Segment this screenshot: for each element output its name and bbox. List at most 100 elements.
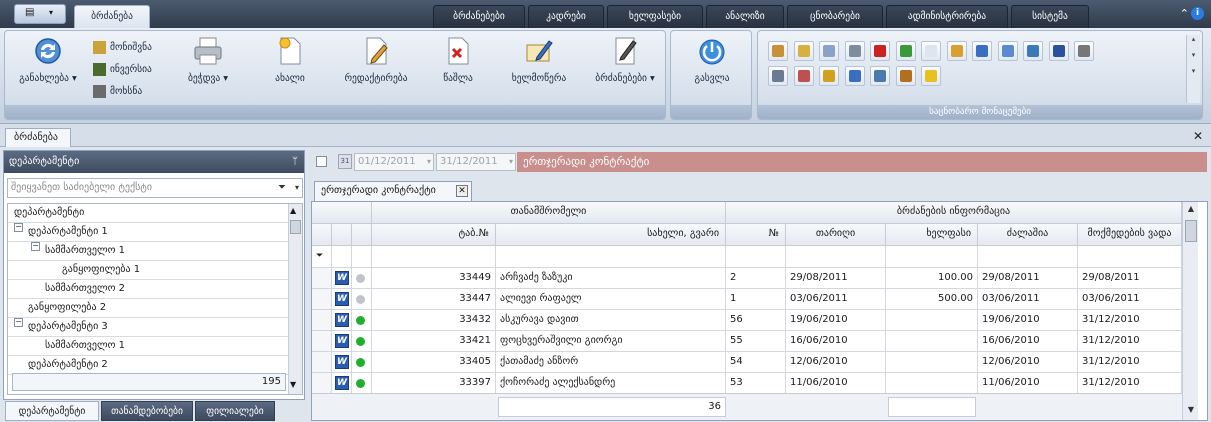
select-all-button[interactable]: მონიშვნა — [93, 39, 152, 56]
filter-cell[interactable] — [352, 246, 372, 268]
filter-cell[interactable] — [496, 246, 726, 268]
filter-cell[interactable] — [726, 246, 786, 268]
collapse-toggle-icon[interactable]: − — [14, 318, 23, 327]
column-header[interactable]: მოქმედების ვადა — [1078, 224, 1182, 246]
tree-scrollbar[interactable]: ▲ ▼ — [288, 204, 302, 394]
info-icon[interactable]: i — [1191, 7, 1204, 20]
card-icon[interactable] — [972, 41, 992, 61]
tree-node[interactable]: სამმართველო 1 — [8, 337, 290, 356]
cell-tab[interactable]: 33405 — [372, 352, 496, 373]
cell-tab[interactable]: 33397 — [372, 373, 496, 394]
scroll-thumb[interactable] — [290, 220, 301, 234]
tab-branches[interactable]: ფილიალები — [195, 401, 275, 421]
tab-order[interactable]: ბრძანება — [74, 5, 150, 29]
new-button[interactable]: ახალი — [261, 35, 319, 84]
column-header[interactable]: ტაბ.№ — [372, 224, 496, 246]
cell-salary[interactable] — [886, 373, 978, 394]
tree-node[interactable]: განყოფილება 1 — [8, 261, 290, 280]
scroll-down-icon[interactable]: ▼ — [1185, 405, 1197, 417]
filter-cell[interactable] — [978, 246, 1078, 268]
cell-valid[interactable]: 03/06/2011 — [978, 289, 1078, 310]
arrow-icon[interactable] — [819, 66, 839, 86]
cell-until[interactable]: 31/12/2010 — [1078, 373, 1182, 394]
cell-name[interactable]: ასკურავა დავით — [496, 310, 726, 331]
row-selector[interactable] — [312, 310, 332, 331]
tab-positions[interactable]: თანამდებობები — [101, 401, 193, 421]
column-header[interactable]: თარიღი — [786, 224, 886, 246]
orders-dropdown-button[interactable]: ბრძანებები ▾ — [585, 35, 665, 84]
scroll-thumb[interactable] — [1185, 220, 1197, 242]
collapse-toggle-icon[interactable]: − — [31, 242, 40, 251]
column-header-blank[interactable] — [332, 224, 352, 246]
gear-icon[interactable] — [768, 66, 788, 86]
tab-salaries[interactable]: ხელფასები — [607, 5, 703, 28]
cell-name[interactable]: არჩვაძე ზაზუკი — [496, 268, 726, 289]
calendar-icon[interactable]: 31 — [338, 154, 352, 169]
scroll-down-icon[interactable]: ▼ — [290, 380, 296, 389]
column-header[interactable]: ძალაშია — [978, 224, 1078, 246]
medal-icon[interactable] — [895, 66, 916, 86]
cell-name[interactable]: ქოჩორაძე ალექსანდრე — [496, 373, 726, 394]
column-header[interactable]: № — [726, 224, 786, 246]
cell-name[interactable]: ალიევი რაფაელ — [496, 289, 726, 310]
document-tab-order[interactable]: ბრძანება — [5, 128, 71, 147]
application-menu-button[interactable]: ▤ ▾ — [14, 4, 66, 24]
tab-department[interactable]: დეპარტამენტი — [5, 401, 99, 421]
date-filter-checkbox[interactable] — [316, 156, 327, 167]
filter-icon[interactable]: ⏷ — [278, 179, 286, 197]
word-document-cell[interactable]: W — [332, 310, 352, 331]
scroll-up-icon[interactable]: ▲ — [1185, 204, 1197, 216]
sign-button[interactable]: ხელმოწერა — [499, 35, 579, 84]
tab-orders[interactable]: ბრძანებები — [433, 5, 525, 28]
column-header-blank[interactable] — [312, 224, 332, 246]
tab-administration[interactable]: ადმინისტრირება — [886, 5, 1008, 28]
tree-root[interactable]: დეპარტამენტი — [8, 204, 290, 223]
cell-until[interactable]: 31/12/2010 — [1078, 352, 1182, 373]
cell-tab[interactable]: 33447 — [372, 289, 496, 310]
column-header-blank[interactable] — [352, 224, 372, 246]
cell-salary[interactable] — [886, 331, 978, 352]
row-selector[interactable] — [312, 331, 332, 352]
collapse-toggle-icon[interactable]: − — [14, 223, 23, 232]
exit-button[interactable]: გასვლა — [679, 35, 745, 84]
page-icon[interactable] — [921, 41, 941, 61]
filter-cell[interactable] — [332, 246, 352, 268]
tools-icon[interactable] — [1074, 41, 1094, 61]
tree-node[interactable]: სამმართველო 2 — [8, 280, 290, 299]
document-icon[interactable] — [844, 41, 865, 61]
cell-no[interactable]: 53 — [726, 373, 786, 394]
word-document-icon[interactable]: W — [335, 376, 349, 390]
word-document-icon[interactable]: W — [335, 292, 349, 306]
home-icon[interactable] — [1023, 41, 1043, 61]
column-header[interactable]: ხელფასი — [886, 224, 978, 246]
filter-cell[interactable] — [786, 246, 886, 268]
word-document-icon[interactable]: W — [335, 334, 349, 348]
cell-no[interactable]: 54 — [726, 352, 786, 373]
columns-icon[interactable] — [870, 66, 890, 86]
folder-icon[interactable] — [793, 41, 814, 61]
date-to-input[interactable]: 31/12/2011 ▾ — [436, 153, 516, 171]
row-selector[interactable] — [312, 268, 332, 289]
cell-valid[interactable]: 16/06/2010 — [978, 331, 1078, 352]
tab-system[interactable]: სისტემა — [1011, 5, 1089, 28]
cell-no[interactable]: 1 — [726, 289, 786, 310]
filter-row-icon[interactable]: ⏷ — [312, 246, 332, 268]
tree-node[interactable]: − სამმართველო 1 — [8, 242, 290, 261]
edit-button[interactable]: რედაქტირება — [331, 35, 421, 84]
cell-no[interactable]: 56 — [726, 310, 786, 331]
word-document-cell[interactable]: W — [332, 331, 352, 352]
word-document-icon[interactable]: W — [335, 355, 349, 369]
cell-salary[interactable]: 500.00 — [886, 289, 978, 310]
word-document-icon[interactable]: W — [335, 271, 349, 285]
cell-salary[interactable]: 100.00 — [886, 268, 978, 289]
cell-date[interactable]: 29/08/2011 — [786, 268, 886, 289]
cell-valid[interactable]: 11/06/2010 — [978, 373, 1078, 394]
filter-cell[interactable] — [372, 246, 496, 268]
scroll-up-icon[interactable]: ▲ — [290, 206, 296, 215]
cell-until[interactable]: 29/08/2011 — [1078, 268, 1182, 289]
word-document-icon[interactable]: W — [335, 313, 349, 327]
cell-date[interactable]: 12/06/2010 — [786, 352, 886, 373]
tab-analysis[interactable]: ანალიზი — [706, 5, 784, 28]
cell-tab[interactable]: 33421 — [372, 331, 496, 352]
close-icon[interactable]: ✕ — [1193, 129, 1203, 143]
